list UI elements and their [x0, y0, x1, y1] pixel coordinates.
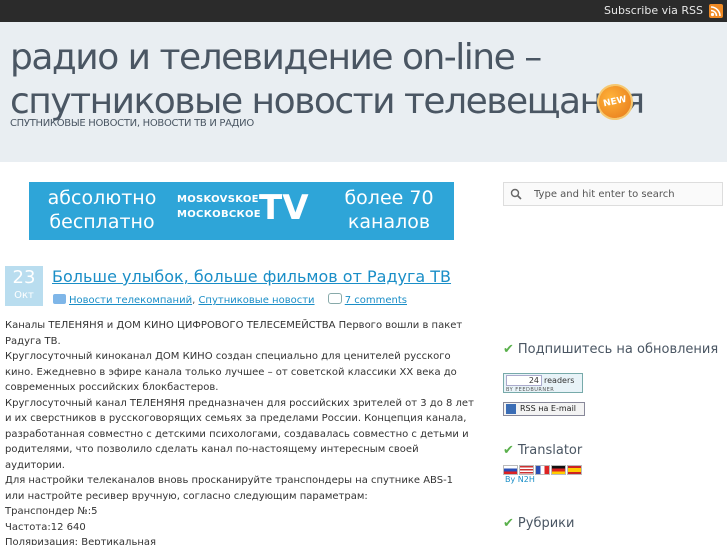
post-title-link[interactable]: Больше улыбок, больше фильмов от Радуга … — [52, 266, 451, 288]
site-title[interactable]: радио и телевидение on-line – спутниковы… — [10, 36, 650, 124]
site-description: СПУТНИКОВЫЕ НОВОСТИ, НОВОСТИ ТВ И РАДИО — [10, 118, 254, 129]
category-separator: , — [192, 295, 196, 306]
search-icon — [510, 188, 522, 200]
category-link[interactable]: Спутниковые новости — [198, 295, 314, 306]
top-bar: Subscribe via RSS — [0, 0, 727, 22]
subscribe-widget-title: ✔ Подпишитесь на обновления — [503, 342, 718, 357]
feed-reader-count: 24 — [506, 375, 542, 386]
post-paragraph: Поляризация: Вертикальная — [5, 537, 157, 545]
german-flag-icon[interactable] — [551, 465, 566, 475]
rss-email-label: RSS на E-mail — [520, 404, 577, 413]
search-box — [503, 182, 723, 206]
post-day: 23 — [12, 267, 36, 288]
categories-widget-title: ✔ Рубрики — [503, 516, 574, 531]
site-header: радио и телевидение on-line – спутниковы… — [0, 22, 727, 162]
subscribe-title-text: Подпишитесь на обновления — [517, 342, 719, 357]
rss-email-icon — [506, 404, 516, 414]
spanish-flag-icon[interactable] — [567, 465, 582, 475]
banner-tv-text: TV — [259, 188, 309, 228]
feed-readers-label: readers — [544, 376, 575, 385]
feedburner-label: BY FEEDBURNER — [506, 387, 555, 393]
banner-left-text: абсолютно бесплатно — [47, 187, 157, 233]
tag-icon — [53, 294, 66, 304]
subscribe-via-rss-link[interactable]: Subscribe via RSS — [604, 4, 703, 17]
check-icon: ✔ — [503, 516, 514, 531]
post-month: Окт — [14, 290, 34, 301]
comments-icon — [327, 293, 342, 304]
english-flag-icon[interactable] — [519, 465, 534, 475]
post-paragraph: Транспондер №:5 — [5, 506, 98, 517]
french-flag-icon[interactable] — [535, 465, 550, 475]
translator-credit-link[interactable]: By N2H — [505, 475, 535, 484]
banner-brand-text: MOSKOVSKOE МОСКОВСКОЕ — [177, 192, 261, 222]
ad-banner[interactable]: абсолютно бесплатно MOSKOVSKOE МОСКОВСКО… — [29, 182, 454, 240]
translator-widget-title: ✔ Translator — [503, 443, 582, 458]
rss-icon[interactable] — [709, 4, 723, 18]
feedburner-counter[interactable]: 24 readers BY FEEDBURNER — [503, 373, 583, 393]
banner-brand-cyrillic: МОСКОВСКОЕ — [177, 209, 261, 220]
post-paragraph: Частота:12 640 — [5, 521, 86, 533]
categories-title-text: Рубрики — [517, 516, 575, 531]
post-meta: Новости телекомпаний, Спутниковые новост… — [53, 293, 407, 308]
check-icon: ✔ — [503, 342, 514, 357]
post-paragraph: Круглосуточный канал ТЕЛЕНЯНЯ предназнач… — [5, 397, 474, 471]
russian-flag-icon[interactable] — [503, 465, 518, 475]
post-paragraph: Для настройки телеканалов вновь проскани… — [5, 475, 454, 502]
banner-brand-latin: MOSKOVSKOE — [177, 194, 259, 205]
rss-email-button[interactable]: RSS на E-mail — [503, 402, 585, 416]
translator-title-text: Translator — [517, 443, 583, 458]
comments-link[interactable]: 7 comments — [345, 295, 407, 306]
category-link[interactable]: Новости телекомпаний — [69, 295, 192, 306]
post-paragraph: Круглосуточный киноканал ДОМ КИНО создан… — [5, 351, 457, 393]
search-input[interactable] — [534, 186, 720, 202]
check-icon: ✔ — [503, 443, 514, 458]
post-paragraph: Каналы ТЕЛЕНЯНЯ и ДОМ КИНО ЦИФРОВОГО ТЕЛ… — [5, 320, 463, 347]
post-date: 23 Окт — [5, 266, 43, 306]
post-body: Каналы ТЕЛЕНЯНЯ и ДОМ КИНО ЦИФРОВОГО ТЕЛ… — [5, 318, 475, 545]
banner-right-text: более 70 каналов — [344, 187, 434, 233]
